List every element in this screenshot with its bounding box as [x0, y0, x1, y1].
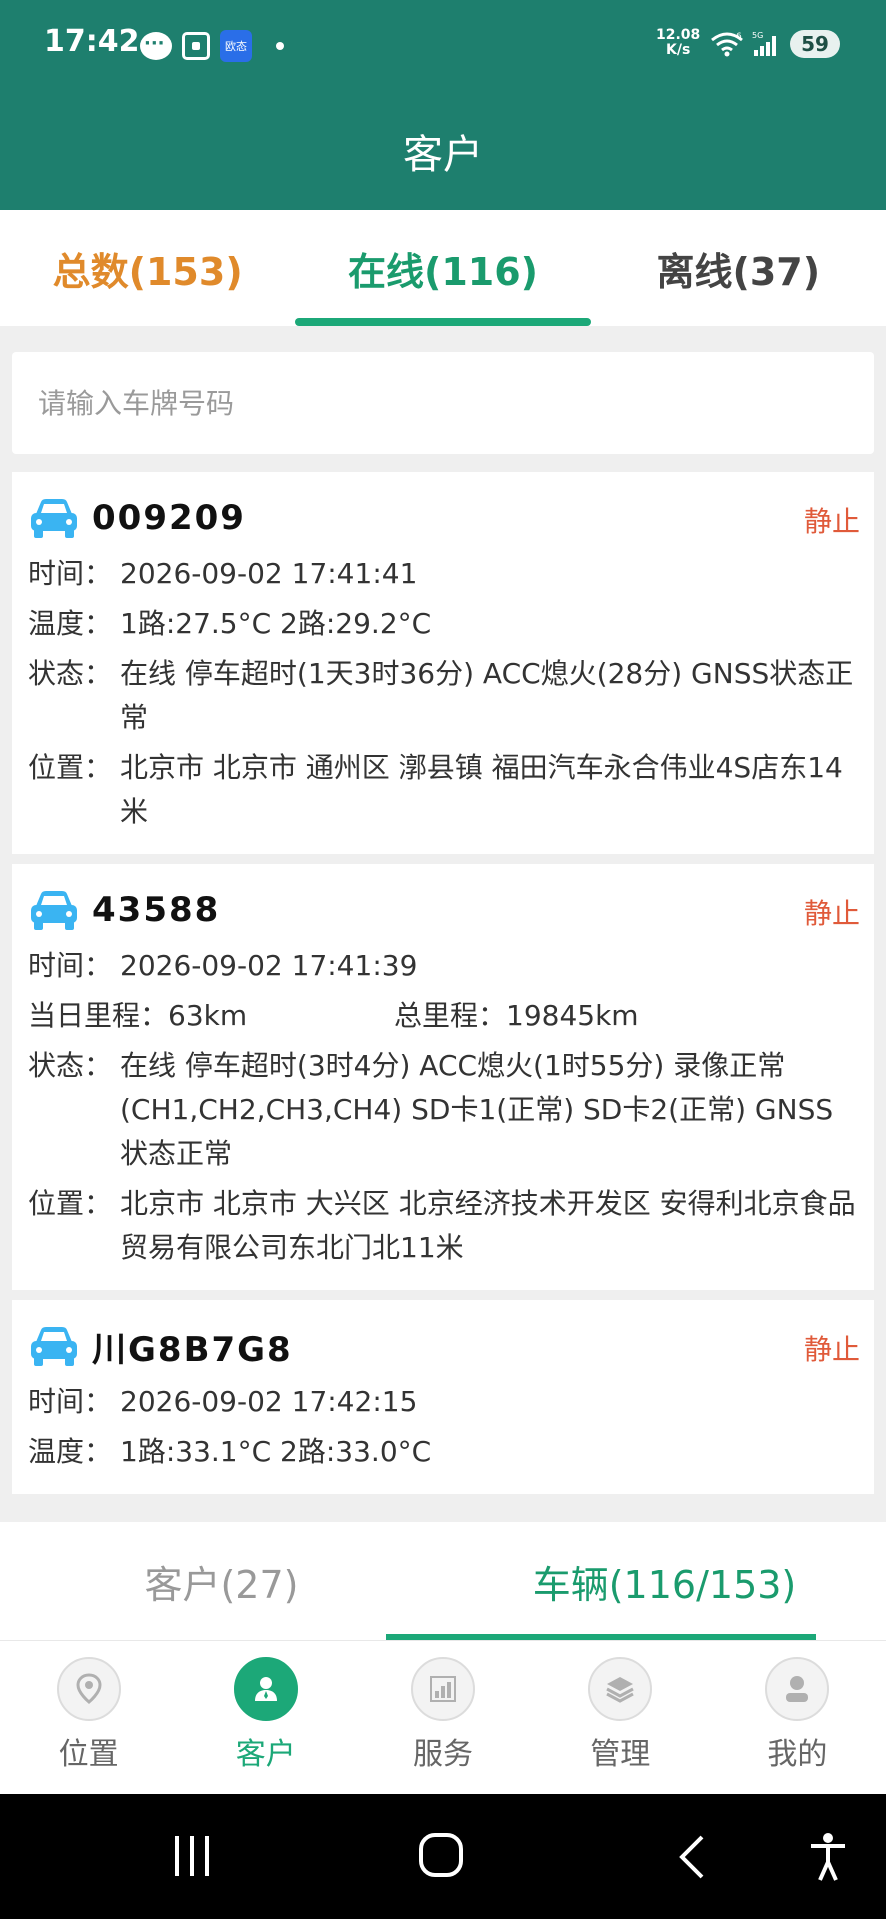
location-value: 北京市 北京市 通州区 漷县镇 福田汽车永合伟业4S店东14米: [120, 751, 843, 828]
svg-text:6: 6: [736, 32, 742, 42]
status-bar: 17:42 欧态 12.08 K/s 6 5G 59: [0, 0, 886, 92]
wifi-icon: 6: [711, 32, 743, 57]
temperature-label: 温度：: [28, 1435, 113, 1468]
time-label: 时间：: [28, 1385, 113, 1418]
nav-manage[interactable]: 管理: [532, 1641, 709, 1794]
home-icon[interactable]: [418, 1832, 464, 1878]
tab-vehicles[interactable]: 车辆(116/153): [443, 1522, 886, 1640]
plate-number: 43588: [92, 890, 221, 930]
notification-icons: 欧态: [140, 30, 284, 62]
temperature-value: 1路:27.5°C 2路:29.2°C: [120, 607, 432, 640]
status-time: 17:42: [44, 24, 140, 59]
car-icon: [31, 891, 77, 930]
layers-icon: [588, 1657, 653, 1721]
profile-icon: [765, 1657, 830, 1721]
battery-indicator: 59: [790, 30, 840, 58]
more-notifications-dot: [276, 42, 284, 50]
cell-signal-icon: 5G: [752, 31, 776, 56]
state-value: 在线 停车超时(1天3时36分) ACC熄火(28分) GNSS状态正常: [120, 657, 854, 734]
time-value: 2026-09-02 17:41:41: [120, 557, 418, 590]
car-icon: [31, 499, 77, 538]
vehicle-card[interactable]: 43588 静止 时间： 2026-09-02 17:41:39 当日里程：63k…: [12, 864, 874, 1290]
motion-status: 静止: [803, 897, 860, 930]
back-icon[interactable]: [676, 1834, 706, 1880]
tab-online[interactable]: 在线(116): [295, 210, 590, 326]
time-value: 2026-09-02 17:42:15: [120, 1385, 418, 1418]
page-title: 客户: [403, 132, 483, 178]
location-pin-icon: [56, 1657, 121, 1721]
tab-offline[interactable]: 离线(37): [591, 210, 886, 326]
motion-status: 静止: [803, 1333, 860, 1366]
customer-vehicle-tabs: 客户(27) 车辆(116/153): [0, 1522, 886, 1640]
nav-customers[interactable]: 客户: [177, 1641, 354, 1794]
state-value: 在线 停车超时(3时4分) ACC熄火(1时55分) 录像正常(CH1,CH2,…: [120, 1049, 834, 1170]
nav-service[interactable]: 服务: [354, 1641, 531, 1794]
svg-text:5G: 5G: [752, 31, 763, 40]
bar-chart-icon: [411, 1657, 475, 1721]
nav-location[interactable]: 位置: [0, 1641, 177, 1794]
nav-location-label: 位置: [58, 1737, 119, 1772]
location-value: 北京市 北京市 大兴区 北京经济技术开发区 安得利北京食品贸易有限公司东北门北1…: [120, 1187, 856, 1264]
car-icon: [31, 1327, 77, 1366]
search-box: [12, 352, 874, 454]
filter-tabs: 总数(153) 在线(116) 离线(37): [0, 210, 886, 326]
user-icon: [233, 1657, 298, 1721]
bottom-navigation: 位置 客户 服务 管理 我的: [0, 1640, 886, 1794]
plate-number: 009209: [92, 498, 246, 538]
daily-mileage: 当日里程：63km: [28, 999, 248, 1032]
system-navigation-bar: [0, 1794, 886, 1919]
state-label: 状态：: [28, 657, 113, 690]
nav-customers-label: 客户: [235, 1737, 296, 1772]
accessibility-icon[interactable]: [808, 1832, 848, 1882]
vehicle-list[interactable]: 009209 静止 时间： 2026-09-02 17:41:41 温度： 1路:2…: [12, 472, 874, 1502]
nav-service-label: 服务: [413, 1737, 473, 1772]
recent-apps-icon[interactable]: [172, 1834, 212, 1878]
tab-customers[interactable]: 客户(27): [0, 1522, 443, 1640]
chat-icon: [140, 32, 172, 60]
temperature-value: 1路:33.1°C 2路:33.0°C: [120, 1435, 432, 1468]
total-mileage: 总里程：19845km: [394, 999, 639, 1032]
nav-profile[interactable]: 我的: [709, 1641, 886, 1794]
state-label: 状态：: [28, 1049, 113, 1082]
plate-search-input[interactable]: [38, 386, 874, 420]
plate-number: 川G8B7G8: [92, 1329, 293, 1370]
app-badge-icon: 欧态: [220, 30, 252, 62]
nav-profile-label: 我的: [767, 1737, 828, 1772]
motion-status: 静止: [803, 505, 860, 538]
scan-icon: [182, 32, 210, 60]
time-value: 2026-09-02 17:41:39: [120, 949, 418, 982]
vehicle-card[interactable]: 009209 静止 时间： 2026-09-02 17:41:41 温度： 1路:2…: [12, 472, 874, 854]
active-tab-indicator: [295, 318, 591, 326]
time-label: 时间：: [28, 949, 113, 982]
network-speed: 12.08 K/s: [656, 27, 701, 58]
vehicle-card[interactable]: 川G8B7G8 静止 时间： 2026-09-02 17:42:15 温度： 1路:…: [12, 1300, 874, 1494]
time-label: 时间：: [28, 557, 113, 590]
app-header: 客户: [0, 92, 886, 210]
nav-manage-label: 管理: [590, 1737, 651, 1772]
location-label: 位置：: [28, 751, 113, 784]
tab-total[interactable]: 总数(153): [0, 210, 295, 326]
temperature-label: 温度：: [28, 607, 113, 640]
location-label: 位置：: [28, 1187, 113, 1220]
